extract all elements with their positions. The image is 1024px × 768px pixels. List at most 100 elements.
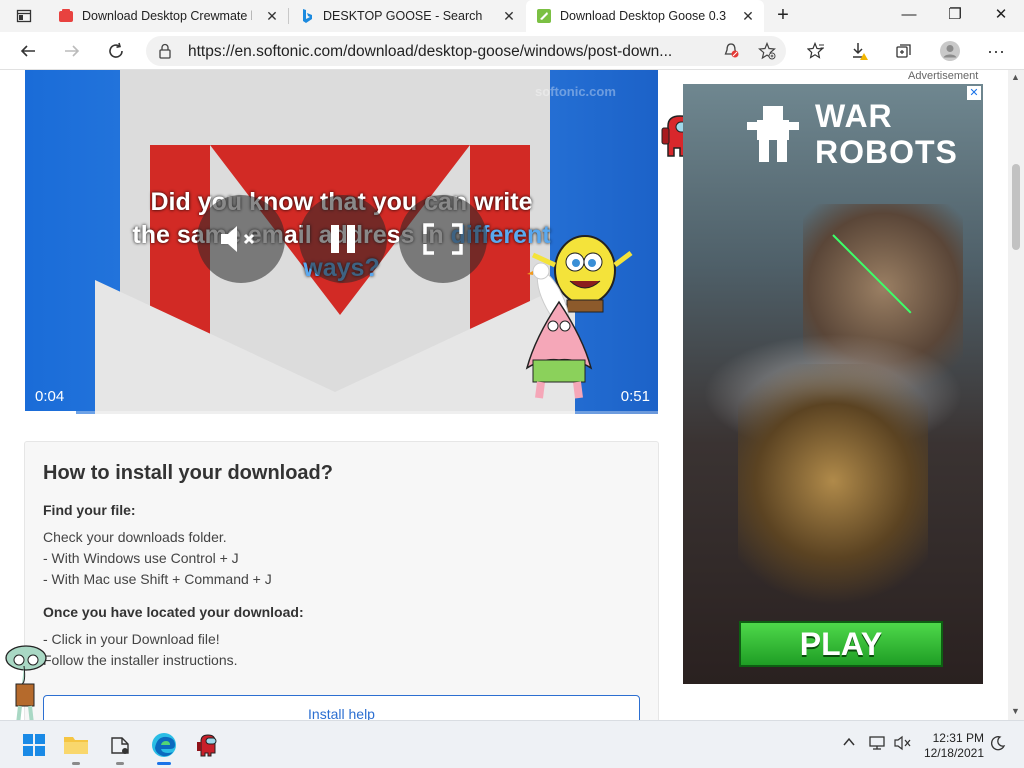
- network-status-button[interactable]: [868, 735, 886, 754]
- running-indicator: [116, 762, 124, 765]
- scroll-up-arrow-icon[interactable]: ▲: [1011, 72, 1020, 82]
- back-arrow-icon: [20, 45, 35, 57]
- ad-title-line: ROBOTS: [815, 134, 958, 170]
- mute-button[interactable]: [197, 195, 285, 283]
- favorites-star-icon: [807, 42, 824, 59]
- ad-title: WAR ROBOTS: [815, 98, 958, 170]
- muted-speaker-icon: [221, 226, 255, 252]
- settings-more-button[interactable]: ···: [982, 38, 1010, 64]
- minimize-button[interactable]: ―: [886, 0, 932, 32]
- avatar-icon: [940, 41, 960, 61]
- install-title: How to install your download?: [43, 462, 333, 484]
- forward-button[interactable]: [58, 38, 86, 64]
- tab-title: Download Desktop Crewmate by: [82, 9, 252, 23]
- refresh-button[interactable]: [102, 38, 130, 64]
- located-line: - Click in your Download file!: [43, 631, 220, 647]
- speaker-muted-icon: [894, 735, 911, 751]
- active-indicator: [157, 762, 171, 765]
- collections-button[interactable]: [890, 38, 918, 64]
- war-robots-ad[interactable]: ✕ WAR ROBOTS PLAY: [683, 84, 983, 684]
- refresh-icon: [109, 42, 123, 58]
- tab-title: DESKTOP GOOSE - Search: [323, 9, 483, 23]
- start-button[interactable]: [18, 729, 50, 761]
- install-help-button[interactable]: Install help: [43, 695, 640, 720]
- ad-play-button[interactable]: PLAY: [739, 621, 943, 667]
- bing-favicon-icon: [303, 9, 312, 23]
- taskbar-edge[interactable]: [148, 729, 180, 765]
- new-tab-button[interactable]: +: [772, 5, 794, 27]
- running-indicator: [72, 762, 80, 765]
- windows-logo-icon: [23, 734, 45, 756]
- duration: 0:51: [620, 388, 650, 405]
- taskbar-crewmate-app[interactable]: [192, 729, 224, 761]
- find-file-label: Find your file:: [43, 502, 136, 518]
- downloads-button[interactable]: [846, 38, 874, 64]
- focus-assist-button[interactable]: [990, 735, 1006, 754]
- add-favorite-icon[interactable]: [758, 42, 776, 60]
- notification-blocked-icon[interactable]: [722, 42, 740, 60]
- tab-strip: Download Desktop Crewmate by ✕ DESKTOP G…: [0, 0, 1024, 32]
- ad-close-icon[interactable]: ✕: [967, 86, 981, 100]
- tab-search[interactable]: DESKTOP GOOSE - Search ✕: [289, 0, 525, 32]
- clock-date: 12/18/2021: [923, 746, 984, 760]
- tab-close-icon[interactable]: ✕: [740, 8, 756, 24]
- network-icon: [869, 736, 885, 750]
- squidward-sticker-icon: [5, 645, 47, 720]
- ground-mech-graphic: [738, 364, 928, 624]
- web-page: softonic.com Did you know that you can w…: [0, 70, 1024, 720]
- folder-icon: [64, 737, 88, 754]
- softonic-favicon-icon: [59, 9, 73, 22]
- tab-actions-icon: [16, 9, 32, 23]
- find-line: - With Windows use Control + J: [43, 550, 239, 566]
- install-instructions-card: How to install your download? Find your …: [24, 441, 659, 720]
- address-bar[interactable]: https://en.softonic.com/download/desktop…: [146, 36, 786, 66]
- taskbar-file-explorer[interactable]: [60, 729, 92, 765]
- system-clock[interactable]: 12:31 PM 12/18/2021: [922, 731, 984, 761]
- moon-icon: [991, 736, 1006, 751]
- volume-button[interactable]: [894, 735, 912, 754]
- favorites-button[interactable]: [802, 38, 830, 64]
- pause-button[interactable]: [299, 195, 387, 283]
- tab-close-icon[interactable]: ✕: [264, 8, 280, 24]
- url-text[interactable]: https://en.softonic.com/download/desktop…: [188, 43, 708, 61]
- goose-app-icon: [111, 737, 129, 754]
- tab-actions-button[interactable]: [8, 6, 40, 26]
- advertisement-label: Advertisement: [908, 70, 979, 82]
- download-icon: [853, 43, 868, 60]
- show-hidden-icons-button[interactable]: [842, 735, 856, 751]
- located-label: Once you have located your download:: [43, 604, 304, 620]
- chevron-up-icon: [843, 737, 855, 746]
- find-line: - With Mac use Shift + Command + J: [43, 571, 272, 587]
- browser-toolbar: https://en.softonic.com/download/desktop…: [0, 32, 1024, 70]
- tab-close-icon[interactable]: ✕: [501, 8, 517, 24]
- taskbar-goose-app[interactable]: [104, 729, 136, 765]
- close-window-button[interactable]: ✕: [978, 0, 1024, 32]
- ad-title-line: WAR: [815, 98, 893, 134]
- back-button[interactable]: [14, 38, 42, 64]
- clock-time: 12:31 PM: [932, 731, 984, 745]
- fullscreen-button[interactable]: [399, 195, 487, 283]
- fullscreen-icon: [423, 223, 463, 255]
- pause-icon: [331, 225, 355, 253]
- video-watermark: softonic.com: [535, 84, 616, 99]
- lock-icon[interactable]: [158, 43, 172, 59]
- video-progress-bar[interactable]: [25, 411, 658, 414]
- find-line: Check your downloads folder.: [43, 529, 227, 545]
- patrick-sticker-icon: [525, 300, 593, 399]
- edge-browser-icon: [152, 733, 176, 757]
- windows-taskbar: 12:31 PM 12/18/2021: [0, 720, 1024, 768]
- scroll-down-arrow-icon[interactable]: ▼: [1011, 706, 1020, 716]
- collections-icon: [896, 44, 911, 58]
- page-scrollbar[interactable]: ▲ ▼: [1008, 70, 1024, 720]
- current-time: 0:04: [35, 388, 65, 405]
- profile-button[interactable]: [936, 38, 964, 64]
- war-robots-logo-icon: [747, 106, 799, 162]
- tab-desktop-goose[interactable]: Download Desktop Goose 0.3 - F ✕: [526, 0, 764, 32]
- scroll-thumb[interactable]: [1012, 164, 1020, 250]
- located-line: Follow the installer instructions.: [43, 652, 238, 668]
- video-player[interactable]: softonic.com Did you know that you can w…: [25, 70, 658, 414]
- restore-button[interactable]: ❐: [932, 0, 978, 32]
- tab-crewmate[interactable]: Download Desktop Crewmate by ✕: [48, 0, 288, 32]
- softonic-green-favicon-icon: [537, 9, 551, 23]
- forward-arrow-icon: [65, 45, 80, 57]
